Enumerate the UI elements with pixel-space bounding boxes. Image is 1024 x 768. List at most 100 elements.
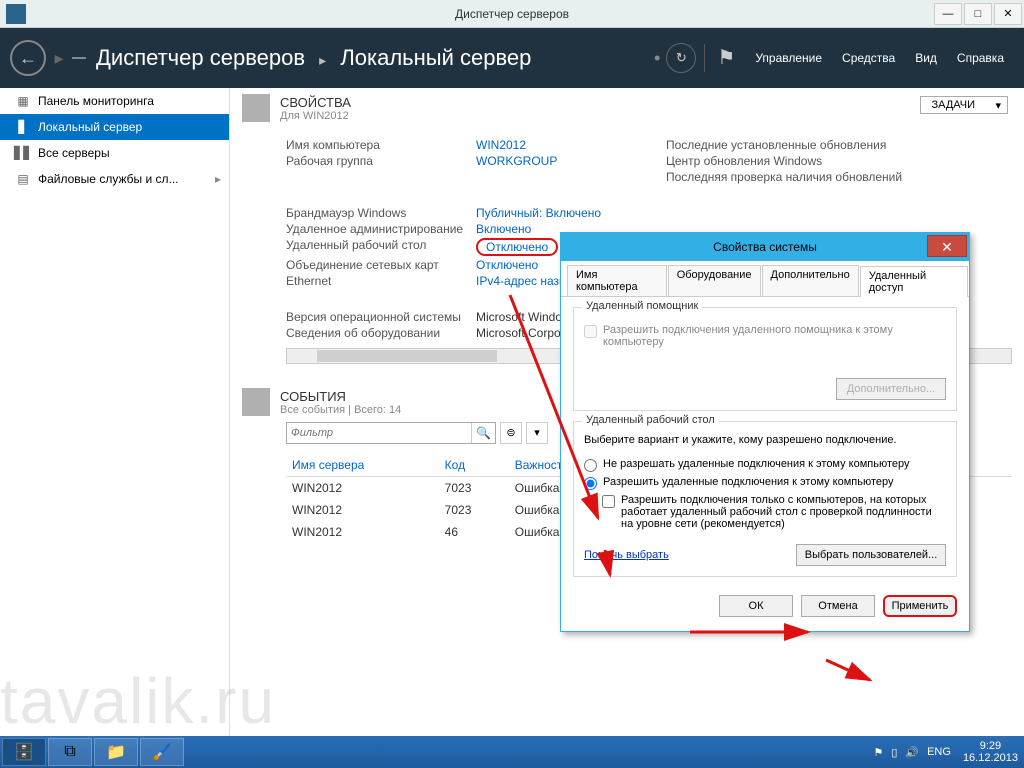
col-code[interactable]: Код bbox=[439, 454, 509, 477]
group-prompt: Выберите вариант и укажите, кому разреше… bbox=[584, 434, 946, 446]
lang-indicator[interactable]: ENG bbox=[927, 746, 951, 758]
window-title: Диспетчер серверов bbox=[455, 7, 569, 21]
back-arrow-icon: ← bbox=[19, 48, 37, 69]
prop-label: Рабочая группа bbox=[286, 154, 476, 168]
sidebar-item-local-server[interactable]: ▋Локальный сервер bbox=[0, 114, 229, 140]
properties-tile-icon bbox=[242, 94, 270, 122]
cancel-button[interactable]: Отмена bbox=[801, 595, 875, 617]
group-label: Удаленный рабочий стол bbox=[582, 414, 719, 426]
radio[interactable] bbox=[584, 459, 597, 472]
nav-forward-button[interactable]: ▸ bbox=[50, 40, 68, 76]
radio-allow[interactable]: Разрешить удаленные подключения к этому … bbox=[584, 476, 946, 490]
tab-remote[interactable]: Удаленный доступ bbox=[860, 266, 968, 297]
breadcrumb-separator-icon: ▸ bbox=[319, 52, 326, 68]
taskbar-powershell[interactable]: ⧉ bbox=[48, 738, 92, 766]
breadcrumb-page[interactable]: Локальный сервер bbox=[340, 45, 531, 70]
flag-tray-icon[interactable]: ⚑ bbox=[873, 746, 883, 759]
taskbar-clock[interactable]: 9:29 16.12.2013 bbox=[963, 740, 1018, 764]
prop-label: Сведения об оборудовании bbox=[286, 326, 476, 340]
help-link[interactable]: Помочь выбрать bbox=[584, 549, 669, 561]
checkbox[interactable] bbox=[584, 325, 597, 338]
tab-hardware[interactable]: Оборудование bbox=[668, 265, 761, 296]
close-button[interactable]: ✕ bbox=[994, 3, 1022, 25]
sidebar-item-file-services[interactable]: ▤Файловые службы и сл...▸ bbox=[0, 166, 229, 192]
nav-back-button[interactable]: ← bbox=[10, 40, 46, 76]
advanced-button[interactable]: Дополнительно... bbox=[836, 378, 946, 400]
prop-label: Объединение сетевых карт bbox=[286, 258, 476, 272]
prop-label: Удаленное администрирование bbox=[286, 222, 476, 236]
radio[interactable] bbox=[584, 477, 597, 490]
col-server[interactable]: Имя сервера bbox=[286, 454, 439, 477]
sidebar: ▦Панель мониторинга ▋Локальный сервер ▋▋… bbox=[0, 88, 230, 736]
group-label: Удаленный помощник bbox=[582, 300, 702, 312]
maximize-button[interactable]: □ bbox=[964, 3, 992, 25]
prop-value-link[interactable]: WORKGROUP bbox=[476, 154, 666, 168]
dialog-titlebar[interactable]: Свойства системы ✕ bbox=[561, 233, 969, 261]
chevron-right-icon: ▸ bbox=[215, 172, 221, 186]
tab-advanced[interactable]: Дополнительно bbox=[762, 265, 859, 296]
nla-check[interactable]: Разрешить подключения только с компьютер… bbox=[602, 494, 946, 530]
prop-right: Последние установленные обновления bbox=[666, 138, 886, 152]
minimize-button[interactable]: — bbox=[934, 3, 962, 25]
search-button[interactable]: 🔍 bbox=[471, 423, 495, 443]
tasks-dropdown[interactable]: ЗАДАЧИ bbox=[920, 96, 1008, 114]
prop-label: Ethernet bbox=[286, 274, 476, 288]
prop-value-link[interactable]: Публичный: Включено bbox=[476, 206, 666, 220]
app-icon bbox=[6, 4, 26, 24]
properties-subtitle: Для WIN2012 bbox=[280, 110, 351, 122]
dashboard-icon: ▦ bbox=[14, 94, 32, 108]
remote-assistance-check[interactable]: Разрешить подключения удаленного помощни… bbox=[584, 324, 946, 348]
select-users-button[interactable]: Выбрать пользователей... bbox=[796, 544, 946, 566]
network-tray-icon[interactable]: ▯ bbox=[891, 746, 897, 759]
taskbar-explorer[interactable]: 📁 bbox=[94, 738, 138, 766]
taskbar-server-manager[interactable]: 🗄️ bbox=[2, 738, 46, 766]
sidebar-item-dashboard[interactable]: ▦Панель мониторинга bbox=[0, 88, 229, 114]
checkbox[interactable] bbox=[602, 495, 615, 508]
group-remote-desktop: Удаленный рабочий стол Выберите вариант … bbox=[573, 421, 957, 577]
sound-tray-icon[interactable]: 🔊 bbox=[905, 746, 919, 759]
apply-button[interactable]: Применить bbox=[883, 595, 957, 617]
notifications-button[interactable]: ⚑ bbox=[717, 45, 739, 71]
servers-icon: ▋▋ bbox=[14, 146, 32, 160]
events-tile-icon bbox=[242, 388, 270, 416]
filter-options-button[interactable]: ⊜ bbox=[500, 422, 522, 444]
refresh-button[interactable]: ↻ bbox=[666, 43, 696, 73]
flag-icon: ⚑ bbox=[717, 47, 735, 69]
sidebar-item-all-servers[interactable]: ▋▋ Все серверы bbox=[0, 140, 229, 166]
radio-disallow[interactable]: Не разрешать удаленные подключения к это… bbox=[584, 458, 946, 472]
events-title: СОБЫТИЯ bbox=[280, 389, 401, 404]
menu-tools[interactable]: Средства bbox=[842, 51, 895, 65]
scrollbar-thumb[interactable] bbox=[317, 350, 497, 362]
taskbar: 🗄️ ⧉ 📁 🖌️ ⚑ ▯ 🔊 ENG 9:29 16.12.2013 bbox=[0, 736, 1024, 768]
breadcrumb-root[interactable]: Диспетчер серверов bbox=[96, 45, 305, 70]
menu-manage[interactable]: Управление bbox=[755, 51, 822, 65]
tab-computer-name[interactable]: Имя компьютера bbox=[567, 265, 667, 296]
prop-value-link[interactable]: WIN2012 bbox=[476, 138, 666, 152]
dialog-title: Свойства системы bbox=[713, 240, 817, 254]
sidebar-item-label: Все серверы bbox=[38, 146, 110, 160]
prop-label: Имя компьютера bbox=[286, 138, 476, 152]
check-label: Разрешить подключения только с компьютер… bbox=[621, 494, 946, 530]
properties-title: СВОЙСТВА bbox=[280, 95, 351, 110]
system-tray: ⚑ ▯ 🔊 ENG 9:29 16.12.2013 bbox=[869, 740, 1024, 764]
titlebar: Диспетчер серверов — □ ✕ bbox=[0, 0, 1024, 28]
sidebar-item-label: Файловые службы и сл... bbox=[38, 172, 179, 186]
prop-value-remote-desktop[interactable]: Отключено bbox=[476, 238, 558, 256]
filter-container: 🔍 bbox=[286, 422, 496, 444]
check-label: Разрешить подключения удаленного помощни… bbox=[603, 324, 946, 348]
filter-input[interactable] bbox=[287, 423, 457, 443]
radio-label: Разрешить удаленные подключения к этому … bbox=[603, 476, 894, 488]
prop-label: Удаленный рабочий стол bbox=[286, 238, 476, 256]
forward-arrow-icon: ▸ bbox=[54, 48, 63, 69]
ok-button[interactable]: ОК bbox=[719, 595, 793, 617]
app-header: ← ▸ Диспетчер серверов ▸ Локальный серве… bbox=[0, 28, 1024, 88]
nav-divider bbox=[72, 57, 86, 59]
taskbar-paint[interactable]: 🖌️ bbox=[140, 738, 184, 766]
menu-help[interactable]: Справка bbox=[957, 51, 1004, 65]
refresh-icon: ↻ bbox=[676, 50, 687, 66]
menu-view[interactable]: Вид bbox=[915, 51, 937, 65]
filter-tags-button[interactable]: ▾ bbox=[526, 422, 548, 444]
dialog-close-button[interactable]: ✕ bbox=[927, 235, 967, 257]
events-subtitle: Все события | Всего: 14 bbox=[280, 404, 401, 416]
dialog-tabs: Имя компьютера Оборудование Дополнительн… bbox=[561, 265, 969, 297]
